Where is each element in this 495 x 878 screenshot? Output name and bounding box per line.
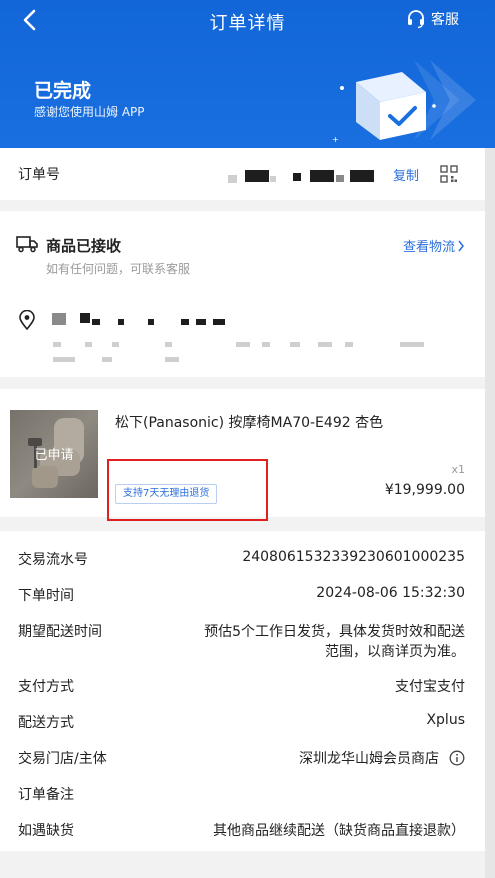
product-thumbnail[interactable]: 已申请: [10, 410, 98, 498]
headset-icon: [408, 10, 424, 29]
customer-service-button[interactable]: 客服: [406, 9, 459, 29]
top-bar: 订单详情 客服: [0, 0, 495, 42]
product-name[interactable]: 松下(Panasonic) 按摩椅MA70-E492 杏色: [115, 412, 383, 432]
out-of-stock-label: 如遇缺货: [18, 823, 74, 839]
expected-delivery-value-line1: 预估5个工作日发货，具体发货时效和配送: [204, 624, 465, 640]
store-label: 交易门店/主体: [18, 751, 107, 767]
delivery-status-title: 商品已接收: [46, 237, 122, 255]
payment-method-value: 支付宝支付: [395, 679, 465, 695]
delivery-card: 商品已接收 如有任何问题，可联系客服 查看物流: [0, 211, 485, 377]
location-pin-icon: [19, 310, 35, 330]
qr-code-icon[interactable]: [440, 165, 458, 183]
delivery-method-label: 配送方式: [18, 715, 74, 731]
order-number-label: 订单号: [18, 167, 60, 183]
track-logistics-link[interactable]: 查看物流: [403, 236, 465, 255]
store-value: 深圳龙华山姆会员商店: [299, 751, 439, 767]
product-price: ¥19,999.00: [384, 482, 465, 498]
scrollbar[interactable]: [485, 148, 495, 878]
expected-delivery-value-line2: 范围，以商详页为准。: [325, 644, 465, 660]
highlight-annotation-box: [107, 459, 268, 521]
svg-text:+: +: [332, 135, 339, 144]
copy-button[interactable]: 复制: [393, 165, 419, 184]
serial-number-value: 2408061532339230601000235: [242, 549, 465, 565]
info-icon[interactable]: [449, 750, 465, 766]
header: 订单详情 客服 已完成 感谢您使用山姆 APP +: [0, 0, 495, 148]
expected-delivery-label: 期望配送时间: [18, 624, 102, 640]
payment-method-label: 支付方式: [18, 679, 74, 695]
delivery-hint: 如有任何问题，可联系客服: [46, 262, 191, 276]
truck-icon: [16, 236, 38, 253]
after-sale-stamp: 已申请: [34, 448, 74, 463]
order-details-card: 交易流水号 2408061532339230601000235 下单时间 202…: [0, 531, 485, 851]
out-of-stock-value: 其他商品继续配送（缺货商品直接退款）: [213, 823, 465, 839]
delivery-method-value: Xplus: [426, 712, 465, 728]
customer-service-label: 客服: [431, 12, 459, 28]
track-logistics-label: 查看物流: [402, 240, 455, 255]
serial-number-label: 交易流水号: [18, 552, 88, 568]
order-remark-label: 订单备注: [18, 787, 74, 803]
product-quantity: x1: [451, 463, 465, 476]
package-check-illustration: +: [332, 60, 476, 144]
order-time-value: 2024-08-06 15:32:30: [316, 585, 465, 601]
order-time-label: 下单时间: [18, 588, 74, 604]
status-subtitle: 感谢您使用山姆 APP: [34, 105, 145, 119]
order-number-row: 订单号 复制: [0, 148, 485, 200]
chevron-right-icon: [458, 240, 464, 251]
order-status: 已完成: [34, 80, 92, 102]
